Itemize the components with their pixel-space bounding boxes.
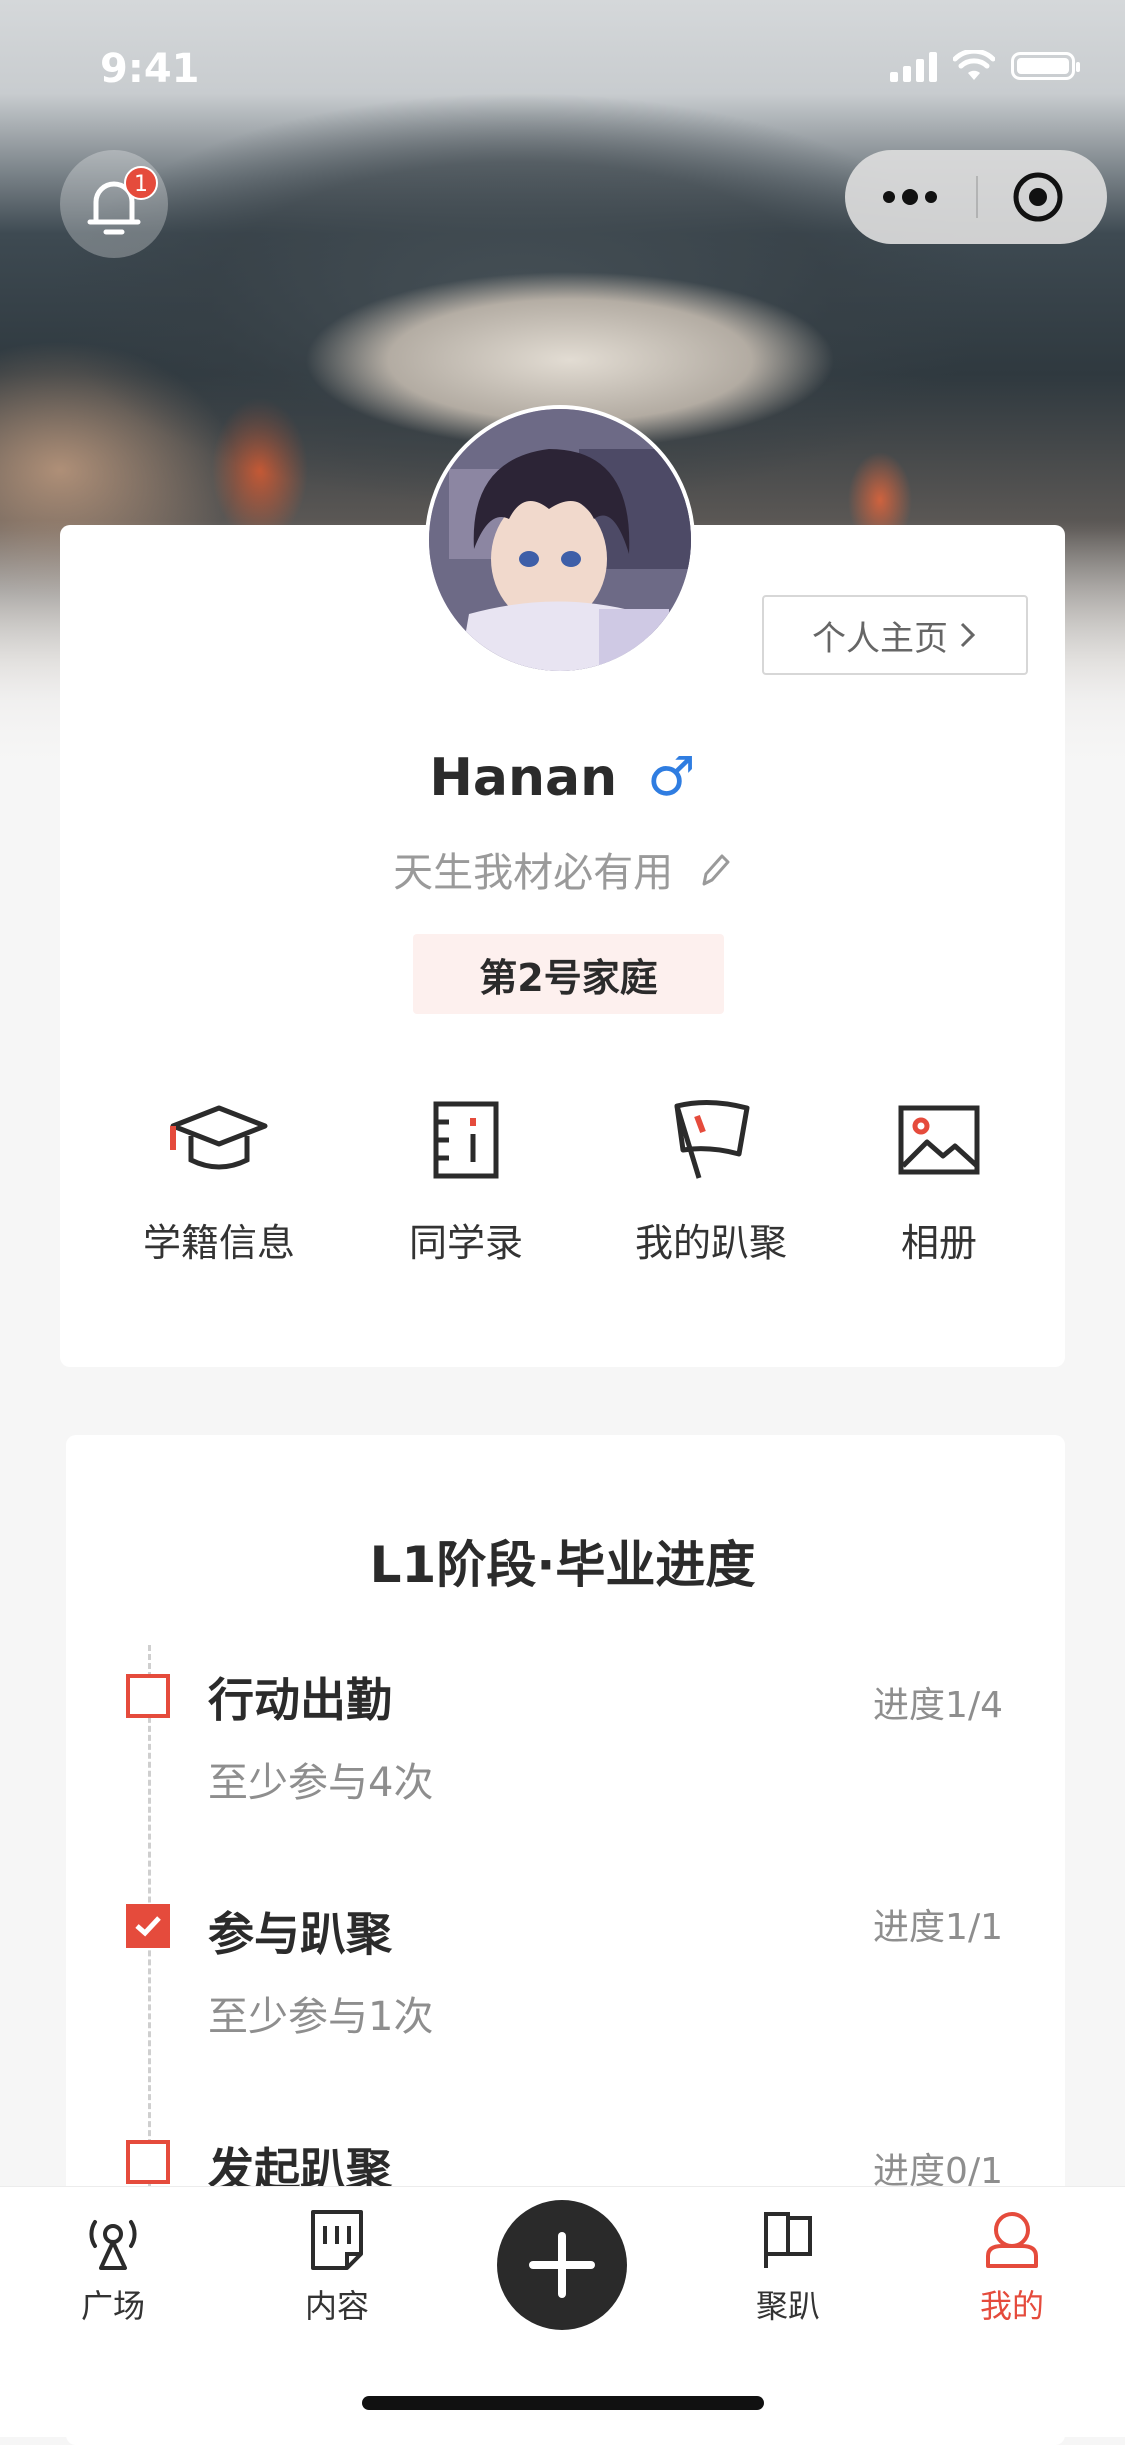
tab-label: 聚趴 xyxy=(755,2287,820,2325)
photo-icon xyxy=(898,1105,980,1175)
broadcast-icon xyxy=(89,2220,137,2270)
menu-item-album[interactable]: 相册 xyxy=(829,1090,1049,1267)
user-icon xyxy=(986,2212,1038,2268)
flag-icon xyxy=(764,2212,812,2268)
task-progress: 进度0/1 xyxy=(873,2151,1003,2186)
task-name: 行动出勤 xyxy=(208,1673,392,1727)
username-row: Hanan ♂ xyxy=(0,745,1125,808)
homepage-button[interactable]: 个人主页 xyxy=(762,595,1028,675)
notes-icon xyxy=(311,2210,363,2270)
task-checkbox-checked[interactable] xyxy=(126,1904,170,1948)
tab-square[interactable]: 广场 xyxy=(33,2205,193,2327)
miniprogram-capsule xyxy=(845,150,1107,244)
tab-label: 我的 xyxy=(979,2287,1044,2325)
task-requirement: 至少参与4次 xyxy=(208,1760,434,1806)
task-checkbox[interactable] xyxy=(126,2140,170,2184)
progress-title: L1阶段·毕业进度 xyxy=(369,1536,756,1594)
tab-content[interactable]: 内容 xyxy=(257,2205,417,2327)
cellular-signal-icon xyxy=(890,50,937,82)
task-progress: 进度1/1 xyxy=(873,1907,1003,1948)
create-button[interactable] xyxy=(497,2200,627,2330)
tab-label: 内容 xyxy=(304,2287,369,2325)
menu-label: 我的趴聚 xyxy=(634,1221,787,1265)
edit-pencil-icon[interactable] xyxy=(696,850,732,890)
task-name: 发起趴聚 xyxy=(208,2143,392,2186)
checkmark-icon xyxy=(135,1916,161,1937)
menu-label: 学籍信息 xyxy=(142,1221,295,1265)
task-name: 参与趴聚 xyxy=(208,1907,392,1961)
task-checkbox[interactable] xyxy=(126,1674,170,1718)
username: Hanan xyxy=(429,748,618,808)
menu-label: 同学录 xyxy=(408,1221,523,1265)
more-icon[interactable] xyxy=(845,150,976,244)
address-book-icon xyxy=(433,1101,499,1179)
avatar[interactable] xyxy=(425,405,695,675)
flag-icon xyxy=(674,1099,750,1179)
menu-item-student-info[interactable]: 学籍信息 xyxy=(109,1090,329,1267)
status-icons xyxy=(890,50,1080,82)
task-requirement: 至少参与1次 xyxy=(208,1994,434,2040)
task-item[interactable]: 参与趴聚 至少参与1次 进度1/1 xyxy=(0,1904,1125,2054)
notification-badge: 1 xyxy=(124,166,158,200)
menu-label: 相册 xyxy=(900,1221,977,1265)
plus-icon xyxy=(529,2232,595,2298)
home-indicator[interactable] xyxy=(362,2396,764,2410)
close-miniprogram-icon[interactable] xyxy=(976,150,1107,244)
battery-icon xyxy=(1011,52,1080,80)
menu-item-classmates[interactable]: 同学录 xyxy=(356,1090,576,1267)
family-badge: 第2号家庭 xyxy=(413,934,724,1014)
task-item[interactable]: 行动出勤 至少参与4次 进度1/4 xyxy=(0,1670,1125,1820)
homepage-label: 个人主页 xyxy=(812,618,948,659)
task-progress: 进度1/4 xyxy=(873,1685,1003,1726)
tab-party[interactable]: 聚趴 xyxy=(708,2205,868,2327)
status-bar: 9:41 xyxy=(0,0,1125,140)
male-icon: ♂ xyxy=(647,745,696,808)
bell-icon xyxy=(87,181,141,235)
tab-mine[interactable]: 我的 xyxy=(932,2205,1092,2327)
task-item[interactable]: 发起趴聚 进度0/1 xyxy=(0,2140,1125,2186)
chevron-right-icon xyxy=(960,622,976,648)
status-time: 9:41 xyxy=(100,46,200,92)
tab-label: 广场 xyxy=(80,2287,145,2325)
motto-text: 天生我材必有用 xyxy=(393,850,674,896)
motto-row[interactable]: 天生我材必有用 xyxy=(0,840,1125,898)
notification-button[interactable]: 1 xyxy=(60,150,168,258)
menu-item-my-party[interactable]: 我的趴聚 xyxy=(601,1090,821,1267)
wifi-icon xyxy=(953,50,995,80)
graduation-cap-icon xyxy=(170,1105,268,1170)
